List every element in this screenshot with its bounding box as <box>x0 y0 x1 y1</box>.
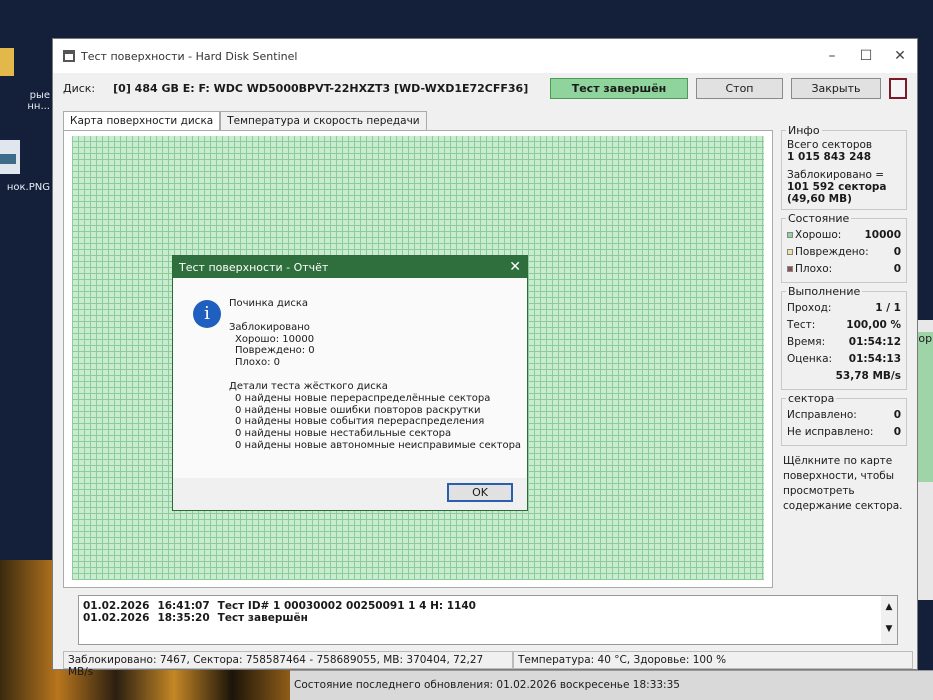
fixed-value: 0 <box>893 409 901 421</box>
good-swatch-icon <box>787 232 793 238</box>
detail-line: 0 найдены новые нестабильные сектора <box>235 428 452 440</box>
group-title: Инфо <box>786 124 822 137</box>
status-bar: Заблокировано: 7467, Сектора: 758587464 … <box>63 651 913 678</box>
bad-swatch-icon <box>787 266 793 272</box>
dialog-good: Хорошо: 10000 <box>235 333 315 345</box>
bad-value: 0 <box>893 263 901 275</box>
bad-label: Плохо: <box>795 263 833 275</box>
title-bar: Тест поверхности - Hard Disk Sentinel – … <box>53 39 917 73</box>
estimate-value: 01:54:13 <box>848 353 901 365</box>
info-group: Инфо Всего секторов 1 015 843 248 Заблок… <box>781 124 907 210</box>
detail-line: 0 найдены новые перераспределённые секто… <box>235 392 491 404</box>
pass-label: Проход: <box>787 302 832 314</box>
dialog-damaged: Повреждено: 0 <box>235 345 315 357</box>
dialog-title: Тест поверхности - Отчёт <box>179 260 329 274</box>
log-time: 16:41:07 <box>157 600 210 612</box>
close-button[interactable]: Закрыть <box>791 77 881 99</box>
fixed-label: Исправлено: <box>787 409 857 421</box>
details-title: Детали теста жёсткого диска <box>229 380 388 392</box>
test-value: 100,00 % <box>846 319 901 331</box>
window-title: Тест поверхности - Hard Disk Sentinel <box>81 49 298 63</box>
total-sectors-value: 1 015 843 248 <box>787 151 872 163</box>
dialog-title-bar: Тест поверхности - Отчёт ✕ <box>173 256 527 278</box>
unfixed-value: 0 <box>893 426 901 438</box>
desktop-icon-label[interactable]: рые нн... <box>0 90 50 112</box>
log-text: Тест ID# 1 00030002 00250091 1 4 H: 1140 <box>217 600 476 612</box>
damaged-label: Повреждено: <box>795 246 869 258</box>
damaged-swatch-icon <box>787 249 793 255</box>
good-value: 10000 <box>864 229 901 241</box>
state-group: Состояние Хорошо: 10000 Повреждено: 0 Плох… <box>781 212 907 283</box>
detail-line: 0 найдены новые ошибки повторов раскрутк… <box>235 404 481 416</box>
blocked-value: 101 592 сектора <box>787 181 887 193</box>
progress-group: Выполнение Проход: 1 / 1 Тест: 100,00 % Вр… <box>781 285 907 390</box>
detail-line: 0 найдены новые автономные неисправимые … <box>235 439 522 451</box>
minimize-button[interactable]: – <box>815 48 849 64</box>
time-value: 01:54:12 <box>848 336 901 348</box>
close-window-button[interactable]: ✕ <box>883 48 917 64</box>
image-file-icon[interactable] <box>0 140 20 174</box>
log-scrollbar[interactable]: ▲ ▼ <box>881 596 897 644</box>
test-label: Тест: <box>787 319 816 331</box>
good-label: Хорошо: <box>795 229 842 241</box>
hint-text: Щёлкните по карте поверхности, чтобы про… <box>783 455 903 512</box>
log-entry: 01.02.2026 16:41:07 Тест ID# 1 00030002 00… <box>83 600 893 612</box>
log-date: 01.02.2026 <box>83 600 150 612</box>
tab-surface-map[interactable]: Карта поверхности диска <box>63 111 221 130</box>
background-status: Состояние последнего обновления: 01.02.2… <box>290 670 933 700</box>
side-panel: Инфо Всего секторов 1 015 843 248 Заблок… <box>781 124 907 514</box>
blocked-label: Заблокировано = <box>787 169 885 181</box>
status-blocked: Заблокировано: 7467, Сектора: 758587464 … <box>63 651 513 678</box>
report-dialog: Тест поверхности - Отчёт ✕ i Починка дис… <box>172 255 528 511</box>
info-icon: i <box>193 300 221 328</box>
log-text: Тест завершён <box>217 612 308 624</box>
blocked-size: (49,60 MB) <box>787 193 852 205</box>
tab-temperature-speed[interactable]: Температура и скорость передачи <box>220 111 427 130</box>
estimate-label: Оценка: <box>787 353 833 365</box>
desktop-icon-label[interactable]: нок.PNG <box>0 182 50 193</box>
speed-value: 53,78 MB/s <box>835 370 901 382</box>
disk-value: [0] 484 GB E: F: WDC WD5000BPVT-22HXZT3 … <box>113 81 529 95</box>
detail-line: 0 найдены новые события перераспределени… <box>235 416 485 428</box>
group-title: сектора <box>786 392 837 405</box>
group-title: Выполнение <box>786 285 863 298</box>
group-title: Состояние <box>786 212 852 225</box>
sectors-group: сектора Исправлено: 0 Не исправлено: 0 <box>781 392 907 446</box>
toolbar: Диск: [0] 484 GB E: F: WDC WD5000BPVT-22… <box>53 73 917 103</box>
dialog-body: i Починка диска Заблокировано Хорошо: 10… <box>173 278 527 478</box>
log-entry: 01.02.2026 18:35:20 Тест завершён <box>83 612 893 624</box>
disk-label: Диск: <box>63 81 96 95</box>
status-temperature: Температура: 40 °C, Здоровье: 100 % <box>513 651 913 669</box>
dialog-close-icon[interactable]: ✕ <box>509 259 521 275</box>
folder-icon[interactable] <box>0 48 14 76</box>
test-finished-button[interactable]: Тест завершён <box>550 77 688 99</box>
pass-value: 1 / 1 <box>875 302 901 314</box>
time-label: Время: <box>787 336 826 348</box>
ok-button[interactable]: OK <box>447 483 513 502</box>
dialog-heading: Починка диска <box>229 298 309 309</box>
damaged-value: 0 <box>893 246 901 258</box>
total-sectors-label: Всего секторов <box>787 139 873 151</box>
dialog-bad: Плохо: 0 <box>235 357 280 369</box>
dialog-blocked: Заблокировано <box>229 321 310 333</box>
maximize-button[interactable]: ☐ <box>849 48 883 64</box>
log-date: 01.02.2026 <box>83 612 150 624</box>
stop-button[interactable]: Стоп <box>696 77 783 99</box>
app-icon <box>63 50 75 62</box>
save-icon[interactable] <box>889 77 907 99</box>
unfixed-label: Не исправлено: <box>787 426 874 438</box>
event-log[interactable]: 01.02.2026 16:41:07 Тест ID# 1 00030002 00… <box>78 595 898 645</box>
log-time: 18:35:20 <box>157 612 210 624</box>
